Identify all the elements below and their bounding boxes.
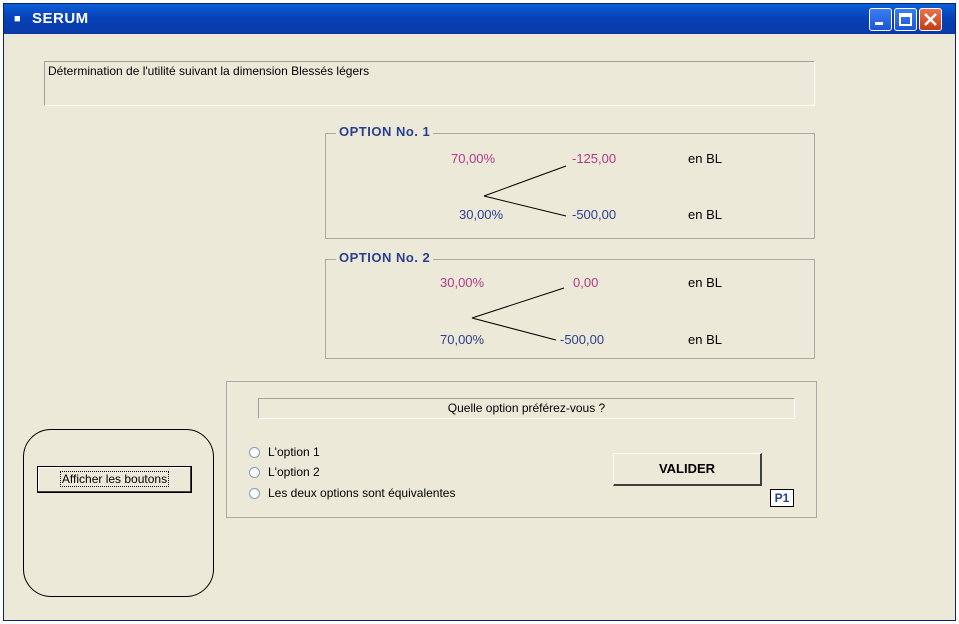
option2-top-value: 0,00: [573, 275, 599, 290]
radio-equivalent[interactable]: Les deux options sont équivalentes: [249, 486, 455, 500]
buttons-panel: [23, 429, 214, 597]
option1-top-value: -125,00: [572, 151, 617, 166]
radio-label: L'option 2: [268, 465, 320, 479]
afficher-boutons-label: Afficher les boutons: [59, 471, 170, 487]
description-box: Détermination de l'utilité suivant la di…: [44, 61, 815, 106]
page-indicator: P1: [770, 489, 794, 507]
option2-title: OPTION No. 2: [336, 250, 434, 265]
minimize-icon: [875, 22, 883, 25]
radio-button[interactable]: [249, 447, 260, 459]
radio-button[interactable]: [249, 488, 260, 500]
option1-bottom-unit: en BL: [688, 207, 722, 222]
option1-bottom-value: -500,00: [572, 207, 617, 222]
app-icon: ■: [14, 13, 21, 25]
option2-tree-lines: [471, 287, 565, 341]
close-button[interactable]: [919, 8, 942, 31]
close-icon: [924, 13, 937, 26]
option2-top-unit: en BL: [688, 275, 722, 290]
radio-label: Les deux options sont équivalentes: [268, 486, 456, 500]
valider-button[interactable]: VALIDER: [613, 453, 762, 486]
afficher-boutons-button[interactable]: Afficher les boutons: [36, 465, 193, 494]
option2-bottom-unit: en BL: [688, 332, 722, 347]
question-label: Quelle option préférez-vous ?: [258, 398, 795, 419]
option1-group: OPTION No. 1: [325, 124, 815, 239]
radio-button[interactable]: [249, 467, 260, 479]
radio-option1[interactable]: L'option 1: [249, 445, 320, 459]
radio-option2[interactable]: L'option 2: [249, 465, 320, 479]
maximize-icon: [899, 13, 912, 26]
maximize-button[interactable]: [894, 8, 917, 31]
option1-top-unit: en BL: [688, 151, 722, 166]
radio-label: L'option 1: [268, 445, 320, 459]
title-bar[interactable]: ■ SERUM: [4, 4, 955, 34]
option1-tree-lines: [483, 165, 567, 217]
window-title: SERUM: [32, 10, 89, 27]
option1-title: OPTION No. 1: [336, 124, 434, 139]
minimize-button[interactable]: [869, 8, 892, 31]
